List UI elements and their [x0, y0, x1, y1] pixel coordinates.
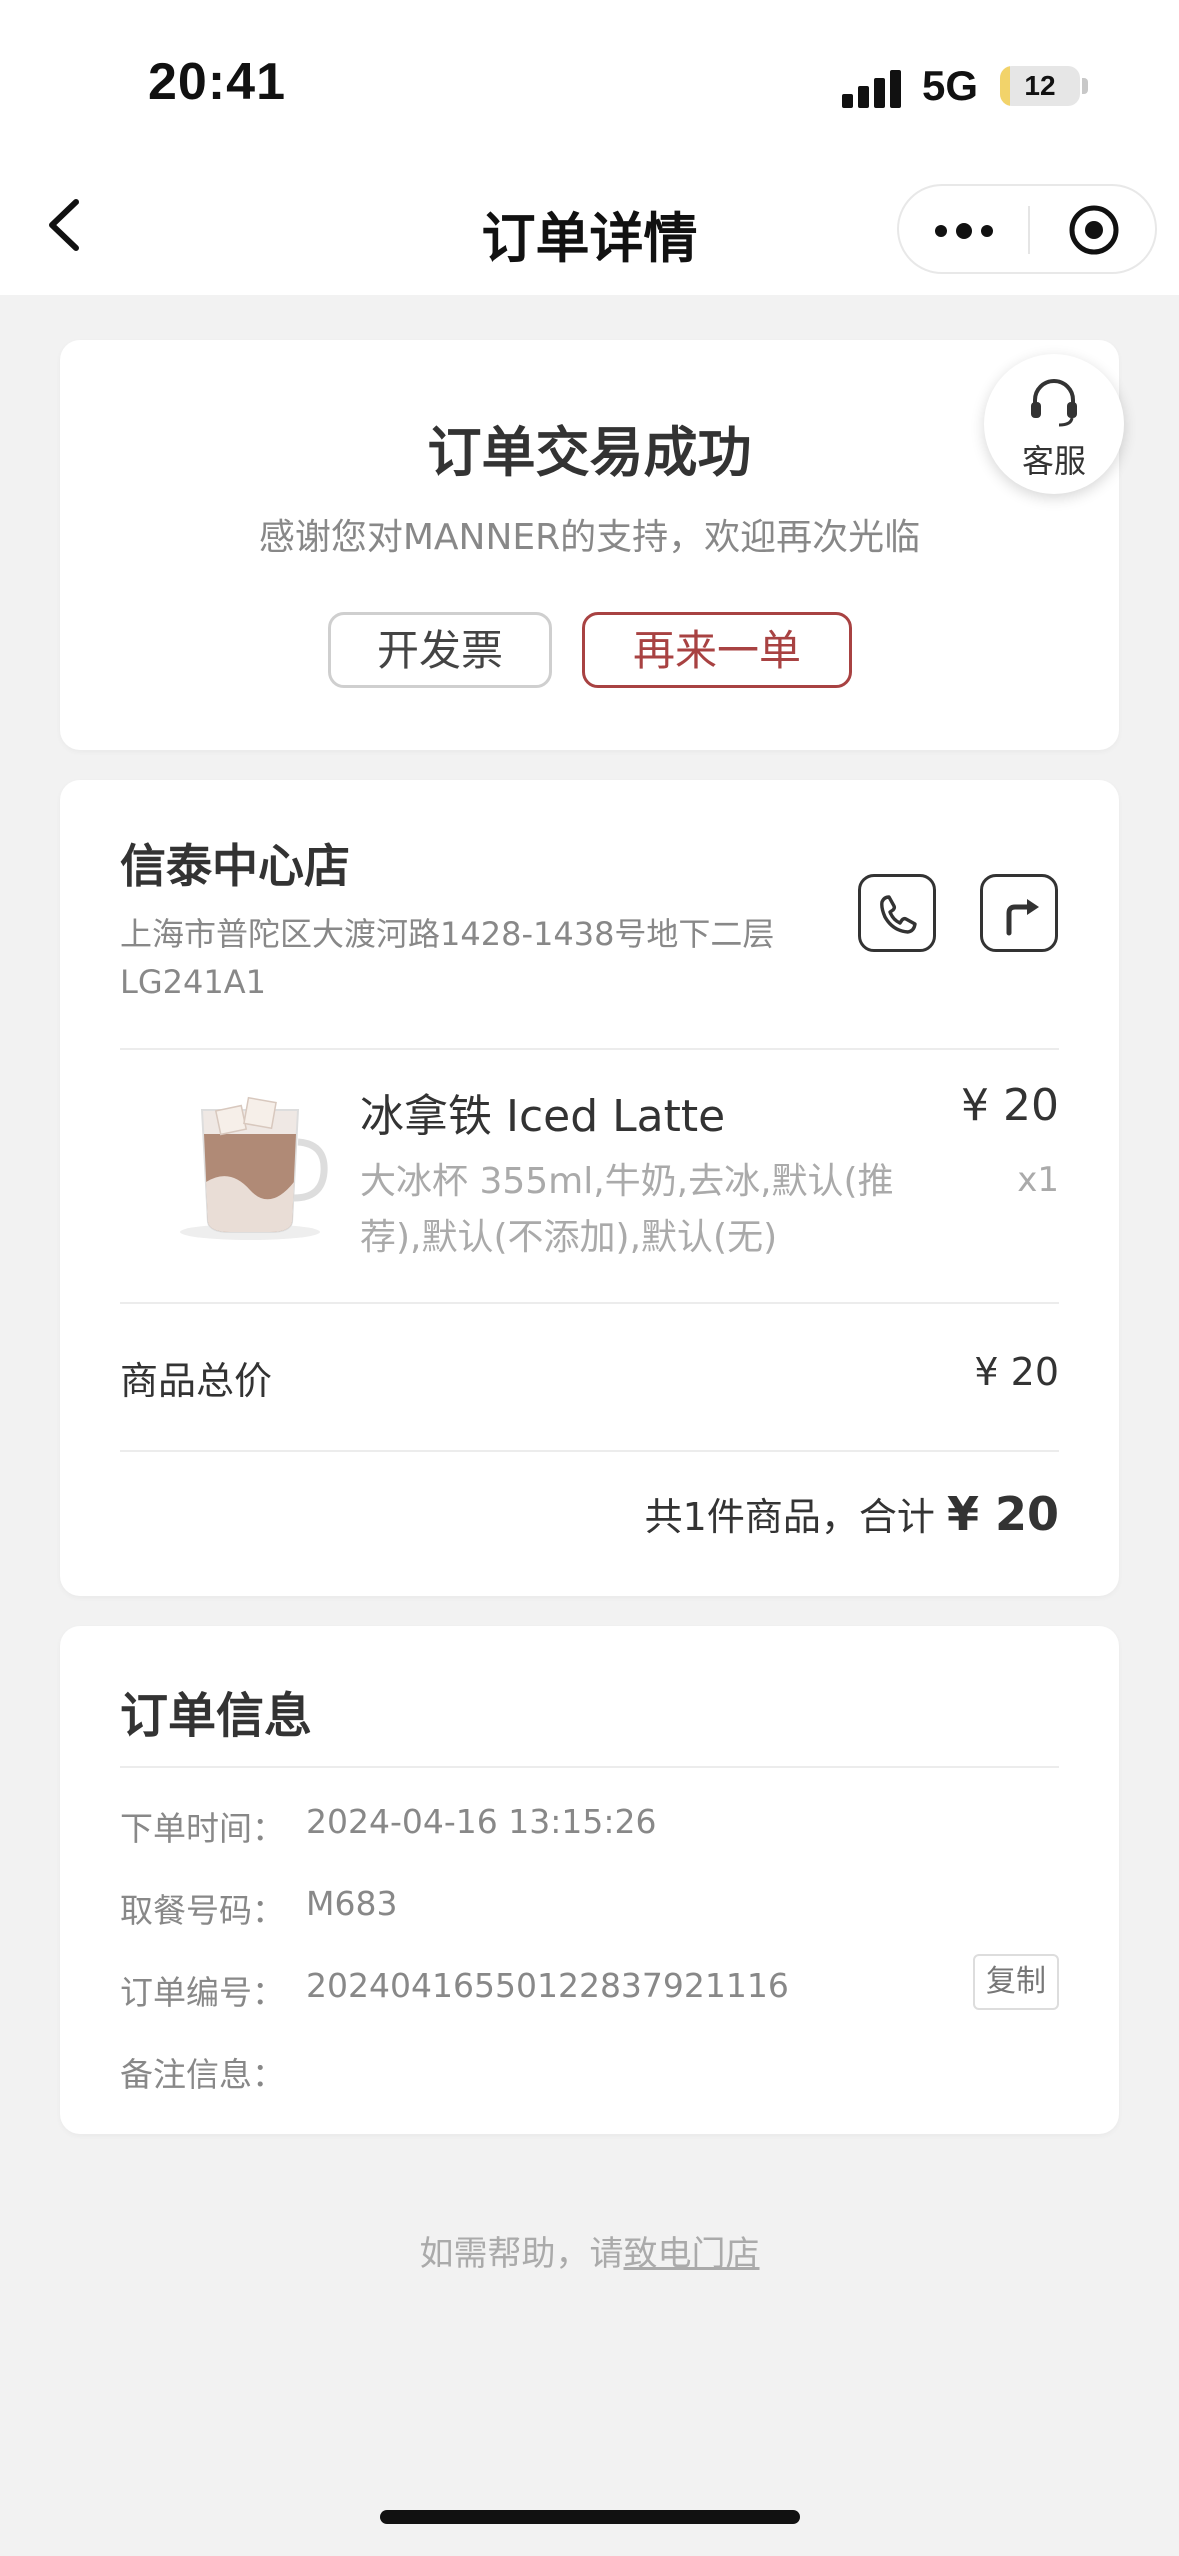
mini-program-capsule: [897, 184, 1157, 274]
home-indicator[interactable]: [380, 2510, 800, 2524]
route-icon: [1006, 899, 1039, 936]
reorder-button[interactable]: 再来一单: [582, 612, 852, 688]
divider: [120, 1450, 1059, 1452]
order-success-card: 订单交易成功 感谢您对MANNER的支持，欢迎再次光临 开发票 再来一单: [60, 340, 1119, 750]
total-prefix: 共1件商品，合计: [644, 1495, 935, 1539]
subtotal-label: 商品总价: [120, 1359, 273, 1403]
order-time-label: 下单时间：: [120, 1809, 285, 1848]
customer-service-label: 客服: [1021, 442, 1086, 480]
navigate-store-button[interactable]: [980, 874, 1058, 952]
store-name: 信泰中心店: [120, 839, 350, 893]
status-time: 20:41: [148, 53, 286, 111]
success-title: 订单交易成功: [427, 421, 752, 484]
store-card: 信泰中心店 上海市普陀区大渡河路1428-1438号地下二层LG241A1 冰拿…: [60, 780, 1119, 1596]
product-spec: 大冰杯 355ml,牛奶,去冰,默认(推荐),默认(不添加),默认(无): [360, 1161, 894, 1258]
product-name: 冰拿铁 Iced Latte: [360, 1091, 726, 1142]
more-button[interactable]: [899, 186, 1028, 272]
nav-bar: 订单详情: [0, 160, 1179, 295]
order-total: 共1件商品，合计 ¥ 20: [645, 1486, 1059, 1541]
order-info-title: 订单信息: [120, 1688, 313, 1744]
order-number-row: 订单编号： 20240416550122837921116 复制: [120, 1954, 1059, 2026]
network-label: 5G: [922, 62, 979, 109]
battery-tip: [1082, 78, 1088, 94]
headset-icon: [1031, 379, 1077, 427]
order-time-value: 2024-04-16 13:15:26: [306, 1802, 657, 1841]
product-price: ¥ 20: [961, 1080, 1059, 1131]
order-time-row: 下单时间： 2024-04-16 13:15:26: [120, 1802, 1059, 1862]
battery-level: 12: [1024, 70, 1056, 101]
target-close-icon: [1069, 205, 1119, 255]
help-prefix: 如需帮助，请: [419, 2234, 624, 2274]
signal-icon: [842, 68, 902, 108]
product-quantity: x1: [1017, 1160, 1059, 1200]
remark-label: 备注信息：: [120, 2055, 285, 2094]
store-address: 上海市普陀区大渡河路1428-1438号地下二层LG241A1: [120, 915, 775, 1001]
invoice-button[interactable]: 开发票: [328, 612, 552, 688]
status-bar: 20:41 5G 12: [0, 0, 1179, 160]
divider: [120, 1048, 1059, 1050]
remark-row: 备注信息：: [120, 2048, 1059, 2108]
copy-order-number-button[interactable]: 复制: [973, 1954, 1059, 2010]
phone-icon: [880, 895, 917, 934]
success-subtitle: 感谢您对MANNER的支持，欢迎再次光临: [258, 517, 921, 558]
order-info-card: 订单信息 下单时间： 2024-04-16 13:15:26 取餐号码： M68…: [60, 1626, 1119, 2134]
pickup-code-label: 取餐号码：: [120, 1891, 285, 1930]
subtotal-value: ¥ 20: [974, 1350, 1059, 1394]
order-number-value: 20240416550122837921116: [306, 1966, 789, 2005]
more-dots-icon: [935, 225, 947, 237]
close-button[interactable]: [1030, 186, 1155, 272]
pickup-code-value: M683: [306, 1884, 398, 1923]
pickup-code-row: 取餐号码： M683: [120, 1884, 1059, 1944]
more-dots-icon: [981, 225, 993, 237]
order-number-label: 订单编号：: [120, 1973, 285, 2012]
more-dots-icon: [956, 223, 972, 239]
divider: [120, 1302, 1059, 1304]
total-value: ¥ 20: [946, 1487, 1059, 1541]
help-text: 如需帮助，请致电门店: [0, 2226, 1179, 2275]
divider: [120, 1766, 1059, 1768]
call-store-link[interactable]: 致电门店: [624, 2234, 760, 2274]
battery-icon: 12: [1000, 66, 1080, 106]
customer-service-button[interactable]: 客服: [984, 354, 1124, 494]
call-store-button[interactable]: [858, 874, 936, 952]
iced-latte-image: [140, 1072, 360, 1252]
